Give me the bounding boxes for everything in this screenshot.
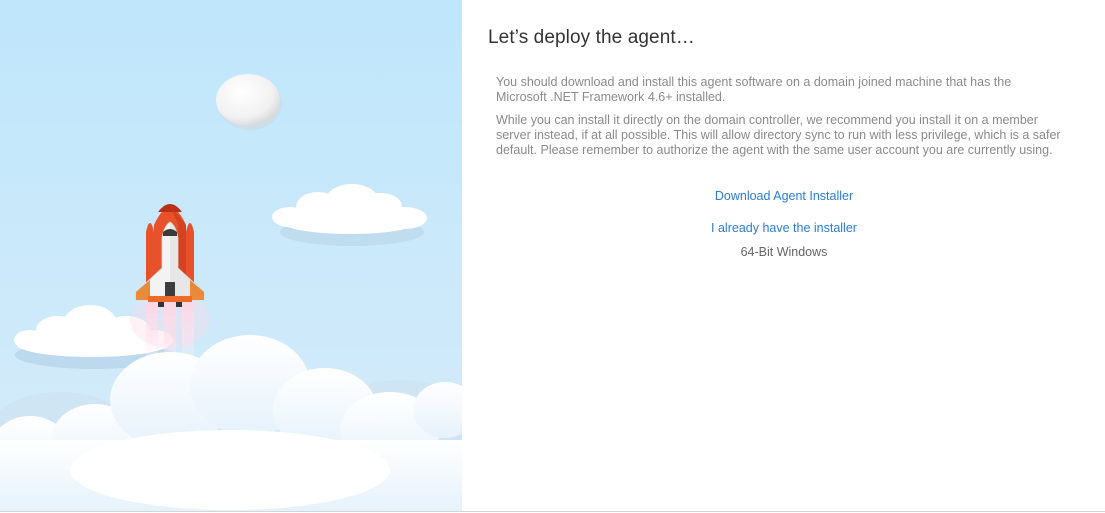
rocket-illustration	[0, 0, 462, 511]
page: Let’s deploy the agent… You should downl…	[0, 0, 1105, 513]
page-title: Let’s deploy the agent…	[488, 27, 695, 48]
recommendation-paragraph: While you can install it directly on the…	[496, 113, 1061, 157]
os-version-label: 64-Bit Windows	[740, 245, 828, 259]
download-agent-installer-link[interactable]: Download Agent Installer	[496, 189, 1072, 203]
already-have-installer-link[interactable]: I already have the installer	[496, 221, 1072, 235]
deploy-panel: Let’s deploy the agent… You should downl…	[488, 0, 1088, 511]
bottom-divider	[0, 511, 1105, 512]
intro-paragraph: You should download and install this age…	[496, 75, 1012, 104]
illustration-canvas	[0, 0, 462, 511]
